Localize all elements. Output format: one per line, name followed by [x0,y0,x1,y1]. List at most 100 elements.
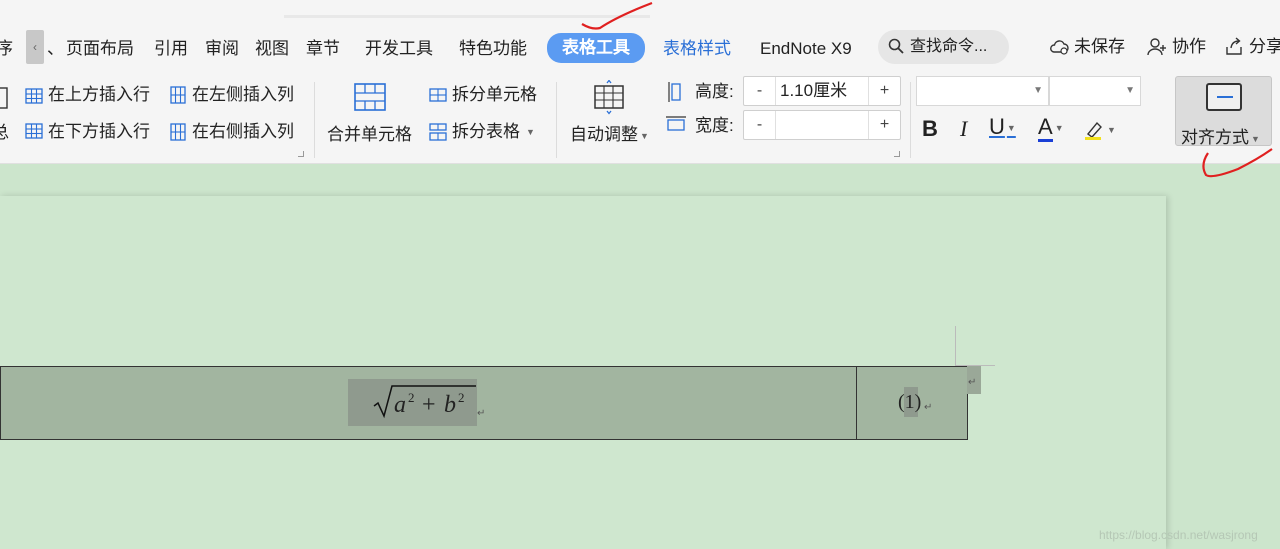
collaborate-button[interactable]: 协作 [1146,36,1206,58]
tab-developer[interactable]: 开发工具 [365,38,433,60]
cloud-icon [1050,40,1069,55]
insert-row-below-icon [25,123,43,139]
merge-cells-label: 合并单元格 [327,125,412,144]
tab-table-style[interactable]: 表格样式 [663,38,731,60]
insert-row-above-label: 在上方插入行 [48,85,150,104]
partial-tool-icon [0,87,8,109]
partial-left-label: 总 [0,123,9,142]
share-label: 分享 [1249,37,1280,56]
auto-adjust-label: 自动调整 [570,125,638,144]
font-name-dropdown[interactable]: ▼ [916,76,1049,106]
ribbon-separator [910,82,911,158]
tab-prefix: 、 [47,39,64,58]
underline-button[interactable]: U ▼ [989,114,1016,141]
split-cells-icon [429,88,447,102]
font-size-dropdown[interactable]: ▼ [1049,76,1141,106]
unsaved-label: 未保存 [1074,37,1125,56]
insert-row-above-button[interactable]: 在上方插入行 [24,84,150,106]
tab-chapter[interactable]: 章节 [306,38,340,60]
chevron-down-icon: ▼ [1251,133,1260,144]
formula-exp-b: 2 [458,390,465,405]
share-button[interactable]: 分享 [1223,36,1280,58]
italic-button[interactable]: I [960,116,967,142]
row-height-stepper[interactable]: - 1.10厘米 + [743,76,901,106]
table-tools-ribbon: 总 在上方插入行 在下方插入行 在左侧插入列 在右侧插入列 合并单元格 拆分单元… [0,76,1280,164]
split-cells-button[interactable]: 拆分单元格 [428,84,537,106]
insert-column-left-icon [170,86,186,104]
height-label: 高度: [695,82,734,101]
merge-cells-icon [353,83,386,111]
collaborate-label: 协作 [1172,37,1206,56]
bold-button[interactable]: B [922,116,938,142]
auto-adjust-button[interactable]: 自动调整 ▼ [570,80,649,145]
underline-label: U [989,114,1005,139]
search-placeholder: 查找命令... [910,38,988,55]
split-table-button[interactable]: 拆分表格 ▼ [428,121,535,143]
row-height-icon [668,82,681,102]
formula-var-a: a [394,392,406,418]
ribbon-tab-bar: 序 ‹ 、 页面布局 引用 审阅 视图 章节 开发工具 特色功能 表格工具 表格… [0,18,1280,76]
tab-review[interactable]: 审阅 [205,38,239,60]
chevron-down-icon: ▼ [1107,125,1116,136]
tab-view[interactable]: 视图 [255,38,289,60]
highlight-button[interactable]: ▼ [1083,116,1116,143]
tab-page-layout[interactable]: 页面布局 [66,38,134,60]
insert-column-right-label: 在右侧插入列 [192,122,294,141]
search-icon [888,38,904,54]
chevron-down-icon: ▼ [1054,123,1064,134]
auto-adjust-icon [594,80,625,115]
insert-row-below-button[interactable]: 在下方插入行 [24,121,150,143]
group-expand-size[interactable] [894,151,900,157]
tab-references[interactable]: 引用 [154,38,188,60]
font-color-label: A [1038,114,1053,142]
row-end-mark: ↵ [968,377,977,388]
user-plus-icon [1147,38,1166,56]
margin-guide-vertical [955,326,956,366]
formula-var-b: b [444,392,456,418]
command-search-input[interactable]: 查找命令... [878,30,1009,64]
tab-partial-left[interactable]: 序 [0,38,13,60]
alignment-button[interactable]: 对齐方式 ▼ [1175,76,1272,147]
height-decrease-button[interactable]: - [744,77,776,105]
tab-table-tools[interactable]: 表格工具 [547,33,645,63]
formula-plus: + [422,392,436,418]
chevron-down-icon: ▼ [1006,123,1016,134]
insert-column-right-button[interactable]: 在右侧插入列 [168,121,294,143]
paragraph-mark: ↵ [477,408,486,419]
tab-endnote[interactable]: EndNote X9 [760,38,852,60]
tab-scroll-left-button[interactable]: ‹ [26,30,44,64]
highlighter-icon [1085,122,1102,141]
height-increase-button[interactable]: + [868,77,900,105]
insert-column-left-button[interactable]: 在左侧插入列 [168,84,294,106]
column-width-stepper[interactable]: - + [743,110,901,140]
merge-cells-button[interactable]: 合并单元格 [327,80,412,145]
equation-number[interactable]: (1) [898,391,921,414]
unsaved-status-button[interactable]: 未保存 [1048,36,1125,58]
chevron-down-icon: ▼ [526,127,535,137]
insert-column-right-icon [170,123,186,141]
chevron-down-icon: ▼ [1125,85,1135,96]
column-width-icon [666,116,686,131]
chevron-down-icon: ▼ [640,130,649,141]
insert-column-left-label: 在左侧插入列 [192,85,294,104]
width-decrease-button[interactable]: - [744,111,776,139]
title-strip [0,0,1280,18]
chevron-down-icon: ▼ [1033,85,1043,96]
table-cell-divider [856,366,857,440]
insert-row-above-icon [25,88,43,104]
formula-exp-a: 2 [408,390,415,405]
split-table-icon [429,123,447,141]
equation-table[interactable] [0,366,968,440]
ribbon-separator [314,82,315,158]
width-increase-button[interactable]: + [868,111,900,139]
align-icon [1206,83,1242,111]
width-value-input[interactable] [776,111,868,139]
font-color-button[interactable]: A ▼ [1038,114,1064,142]
width-label: 宽度: [695,116,734,135]
group-expand-rows-cols[interactable] [298,151,304,157]
split-cells-label: 拆分单元格 [452,85,537,104]
tab-special-features[interactable]: 特色功能 [459,38,527,60]
height-value-input[interactable]: 1.10厘米 [776,77,868,105]
alignment-label: 对齐方式 [1181,128,1249,147]
paragraph-mark: ↵ [924,402,933,413]
